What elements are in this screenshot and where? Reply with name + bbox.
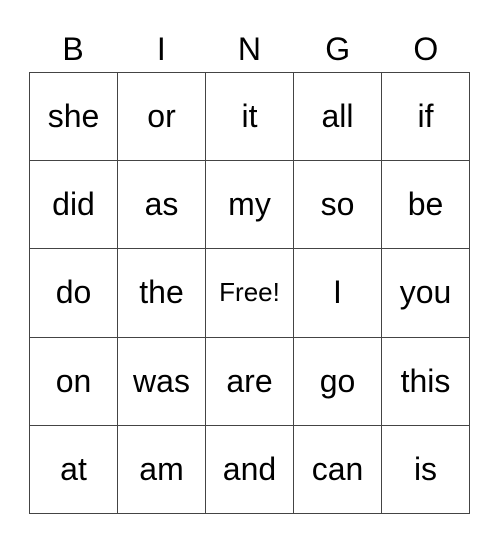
bingo-cell[interactable]: the [118,249,206,338]
header-letter-o: O [413,31,439,67]
bingo-cell[interactable]: and [206,425,294,514]
bingo-cell[interactable]: so [294,161,382,250]
bingo-cell[interactable]: all [294,73,382,162]
bingo-cell[interactable]: go [294,337,382,426]
bingo-cell[interactable]: if [382,73,470,162]
bingo-cell[interactable]: did [30,161,118,250]
free-space-cell[interactable]: Free! [206,249,294,338]
bingo-cell[interactable]: it [206,73,294,162]
bingo-cell[interactable]: you [382,249,470,338]
bingo-header: B I N G O [29,26,470,72]
bingo-cell[interactable]: she [30,73,118,162]
bingo-cell[interactable]: as [118,161,206,250]
header-letter-n: N [237,31,262,67]
bingo-cell[interactable]: was [118,337,206,426]
header-letter-g: G [325,31,351,67]
bingo-grid: she or it all if did as my so be do the Free! Iyou on w… [29,72,470,514]
bingo-cell[interactable]: can [294,425,382,514]
bingo-cell[interactable]: am [118,425,206,514]
bingo-cell[interactable]: are [206,337,294,426]
bingo-cell[interactable]: my [206,161,294,250]
bingo-cell[interactable]: at [30,425,118,514]
bingo-cell[interactable]: is [382,425,470,514]
bingo-cell[interactable]: this [382,337,470,426]
bingo-cell[interactable]: or [118,73,206,162]
bingo-cell[interactable]: be [382,161,470,250]
header-letter-i: I [156,31,166,67]
bingo-cell[interactable]: I [294,249,382,338]
bingo-cell[interactable]: on [30,337,118,426]
bingo-cell[interactable]: do [30,249,118,338]
header-letter-b: B [62,31,84,67]
